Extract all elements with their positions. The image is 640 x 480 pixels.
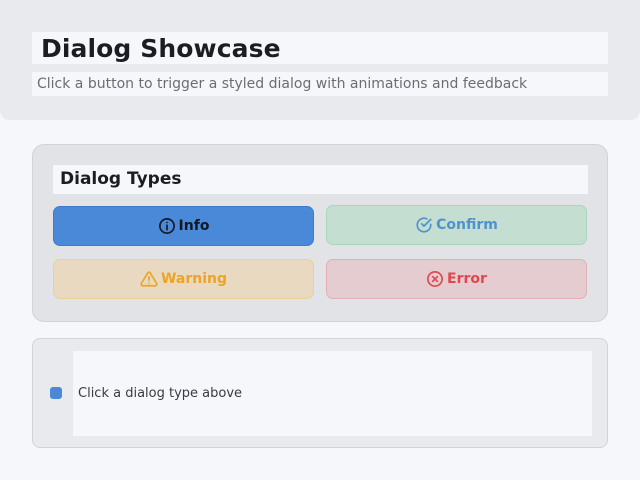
error-x-icon: [426, 270, 444, 288]
error-button[interactable]: Error: [326, 259, 587, 299]
error-button-label: Error: [447, 271, 487, 287]
page-title-container: Dialog Showcase: [32, 32, 608, 64]
confirm-button-label: Confirm: [436, 217, 498, 233]
check-circle-icon: [415, 216, 433, 234]
panel-title: Dialog Types: [60, 169, 182, 189]
warning-triangle-icon: [140, 270, 158, 288]
panel-title-container: Dialog Types: [53, 165, 588, 194]
dialog-types-panel: Dialog Types Info Confirm Warning Error: [32, 144, 608, 322]
status-message: Click a dialog type above: [78, 386, 243, 401]
page-header: Dialog Showcase Click a button to trigge…: [0, 0, 640, 120]
warning-button[interactable]: Warning: [53, 259, 314, 299]
page-title: Dialog Showcase: [41, 34, 281, 63]
info-button-label: Info: [178, 218, 210, 234]
confirm-button[interactable]: Confirm: [326, 205, 587, 245]
info-button[interactable]: Info: [53, 206, 314, 246]
status-indicator: [50, 387, 62, 399]
warning-button-label: Warning: [160, 271, 228, 287]
status-message-container: Click a dialog type above: [73, 351, 592, 436]
page-subtitle: Click a button to trigger a styled dialo…: [37, 76, 528, 92]
status-panel: Click a dialog type above: [32, 338, 608, 448]
info-icon: [158, 217, 176, 235]
page-subtitle-container: Click a button to trigger a styled dialo…: [32, 72, 608, 96]
